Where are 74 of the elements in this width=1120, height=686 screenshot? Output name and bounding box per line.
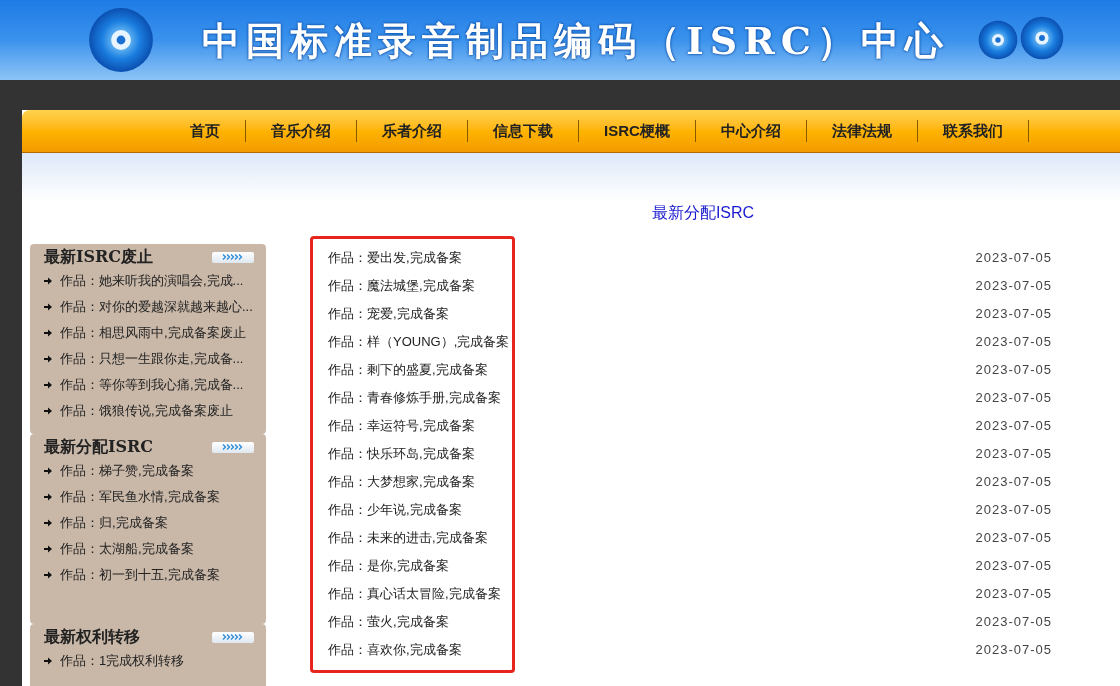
work-link[interactable]: 作品：大梦想家,完成备案: [328, 472, 475, 492]
arrow-icon: [44, 467, 52, 475]
work-link[interactable]: 作品：爱出发,完成备案: [328, 248, 462, 268]
sidebar-link[interactable]: 作品：初一到十五,完成备案: [60, 565, 220, 585]
chevrons-icon: [222, 254, 244, 260]
sidebar-link[interactable]: 作品：只想一生跟你走,完成备...: [60, 349, 244, 369]
sidebar-link[interactable]: 作品：军民鱼水情,完成备案: [60, 487, 220, 507]
nav-link[interactable]: 中心介绍: [695, 119, 806, 143]
sidebar-link[interactable]: 作品：太湖船,完成备案: [60, 539, 194, 559]
date-text: 2023-07-05: [975, 249, 1052, 268]
date-text: 2023-07-05: [975, 305, 1052, 324]
panel-title: 最新ISRC废止: [44, 246, 154, 268]
date-text: 2023-07-05: [975, 641, 1052, 660]
work-link[interactable]: 作品：是你,完成备案: [328, 556, 449, 576]
chevrons-icon: [222, 634, 244, 640]
work-link[interactable]: 作品：少年说,完成备案: [328, 500, 462, 520]
panel-title: 最新分配ISRC: [44, 436, 154, 458]
date-text: 2023-07-05: [975, 333, 1052, 352]
date-text: 2023-07-05: [975, 361, 1052, 380]
arrow-icon: [44, 381, 52, 389]
more-button[interactable]: [212, 441, 254, 453]
date-text: 2023-07-05: [975, 613, 1052, 632]
date-text: 2023-07-05: [975, 417, 1052, 436]
date-text: 2023-07-05: [975, 445, 1052, 464]
work-link[interactable]: 作品：快乐环岛,完成备案: [328, 444, 475, 464]
arrow-icon: [44, 329, 52, 337]
work-link[interactable]: 作品：喜欢你,完成备案: [328, 640, 462, 660]
work-link[interactable]: 作品：魔法城堡,完成备案: [328, 276, 475, 296]
date-text: 2023-07-05: [975, 557, 1052, 576]
work-link[interactable]: 作品：真心话太冒险,完成备案: [328, 584, 501, 604]
work-link[interactable]: 作品：幸运符号,完成备案: [328, 416, 475, 436]
date-text: 2023-07-05: [975, 501, 1052, 520]
work-link[interactable]: 作品：萤火,完成备案: [328, 612, 449, 632]
panel-title: 最新权利转移: [44, 626, 140, 648]
more-button[interactable]: [212, 631, 254, 643]
date-text: 2023-07-05: [975, 529, 1052, 548]
site-title: 中国标准录音制品编码（ISRC）中心: [202, 16, 950, 65]
nav-link[interactable]: 联系我们: [917, 119, 1028, 143]
nav-link[interactable]: 法律法规: [806, 119, 917, 143]
date-text: 2023-07-05: [975, 389, 1052, 408]
arrow-icon: [44, 493, 52, 501]
nav-link[interactable]: ISRC梗概: [579, 119, 695, 143]
section-title: 最新分配ISRC: [651, 203, 755, 223]
arrow-icon: [44, 355, 52, 363]
sidebar-link[interactable]: 作品：归,完成备案: [60, 513, 168, 533]
work-link[interactable]: 作品：未来的进击,完成备案: [328, 528, 488, 548]
sidebar-link[interactable]: 作品：对你的爱越深就越来越心...: [60, 297, 253, 317]
sidebar-link[interactable]: 作品：1完成权利转移: [60, 651, 185, 671]
date-text: 2023-07-05: [975, 585, 1052, 604]
sidebar-link[interactable]: 作品：她来听我的演唱会,完成...: [60, 271, 244, 291]
arrow-icon: [44, 303, 52, 311]
arrow-icon: [44, 407, 52, 415]
date-text: 2023-07-05: [975, 473, 1052, 492]
more-button[interactable]: [212, 251, 254, 263]
sidebar-link[interactable]: 作品：饿狼传说,完成备案废止: [60, 401, 233, 421]
nav-link[interactable]: 乐者介绍: [357, 119, 467, 143]
arrow-icon: [44, 571, 52, 579]
sidebar-link[interactable]: 作品：相思风雨中,完成备案废止: [60, 323, 246, 343]
arrow-icon: [44, 657, 52, 665]
nav-link[interactable]: 首页: [165, 119, 245, 143]
nav-link[interactable]: 音乐介绍: [246, 119, 356, 143]
work-link[interactable]: 作品：剩下的盛夏,完成备案: [328, 360, 488, 380]
chevrons-icon: [222, 444, 244, 450]
nav-link[interactable]: 信息下载: [468, 119, 578, 143]
arrow-icon: [44, 277, 52, 285]
work-link[interactable]: 作品：样（YOUNG）,完成备案: [328, 332, 510, 352]
date-text: 2023-07-05: [975, 277, 1052, 296]
arrow-icon: [44, 545, 52, 553]
sidebar-link[interactable]: 作品：等你等到我心痛,完成备...: [60, 375, 244, 395]
sidebar-link[interactable]: 作品：梯子赞,完成备案: [60, 461, 194, 481]
disc-icon: [88, 7, 154, 73]
arrow-icon: [44, 519, 52, 527]
work-link[interactable]: 作品：青春修炼手册,完成备案: [328, 388, 501, 408]
work-link[interactable]: 作品：宠爱,完成备案: [328, 304, 449, 324]
